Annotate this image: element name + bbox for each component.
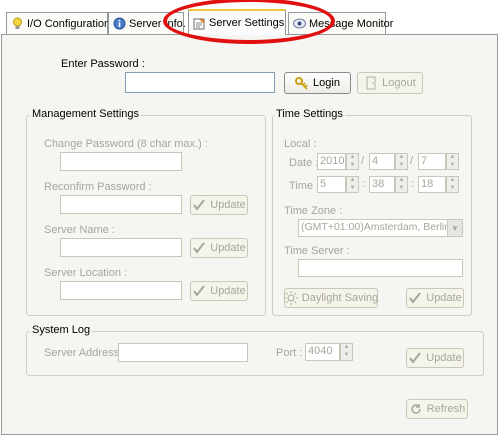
date-month-spinner[interactable]: ▲ ▼ [395, 153, 408, 170]
tab-bar: I/O Configuration Server Info. Server Se… [0, 0, 498, 36]
time-hour-input[interactable]: 5 [317, 176, 346, 193]
time-server-label: Time Server : [284, 245, 350, 257]
date-label: Date : [289, 157, 319, 169]
time-separator: : [362, 178, 366, 190]
timezone-select[interactable]: (GMT+01:00)Amsterdam, Berlin, B ▼ [298, 219, 463, 237]
time-second-input[interactable]: 18 [418, 176, 446, 193]
logout-button[interactable]: Logout [357, 72, 423, 94]
update-syslog-button[interactable]: Update [406, 348, 464, 368]
settings-icon [193, 17, 206, 30]
update-time-button[interactable]: Update [406, 288, 464, 308]
checkmark-icon [192, 284, 206, 298]
port-input[interactable]: 4040 [305, 343, 340, 361]
key-icon [295, 76, 309, 90]
time-minute-spinner[interactable]: ▲ ▼ [395, 176, 408, 193]
sun-icon [283, 291, 298, 305]
refresh-icon [409, 402, 423, 416]
server-location-input[interactable] [60, 281, 182, 300]
checkmark-icon [192, 241, 206, 255]
server-name-input[interactable] [60, 238, 182, 257]
port-label: Port : [276, 347, 303, 359]
update-password-button[interactable]: Update [190, 195, 248, 215]
tab-server-settings[interactable]: Server Settings [188, 9, 286, 35]
date-day-input[interactable]: 7 [418, 153, 446, 170]
checkmark-icon [408, 291, 422, 305]
bulb-icon [11, 17, 24, 30]
date-day-spinner[interactable]: ▲ ▼ [446, 153, 459, 170]
daylight-saving-label: Daylight Saving [301, 292, 379, 304]
tab-server-info[interactable]: Server Info. [108, 12, 186, 34]
logout-icon [364, 76, 378, 90]
tab-label: Server Info. [129, 17, 186, 30]
tab-label: I/O Configuration [27, 17, 111, 30]
update-label: Update [210, 285, 246, 297]
date-year-input[interactable]: 2010 [317, 153, 346, 170]
time-server-input[interactable] [298, 259, 463, 277]
time-hour-spinner[interactable]: ▲ ▼ [346, 176, 359, 193]
date-year-spinner[interactable]: ▲ ▼ [346, 153, 359, 170]
chevron-down-icon: ▼ [447, 220, 462, 236]
reconfirm-password-input[interactable] [60, 195, 182, 214]
update-label: Update [210, 199, 246, 211]
local-label: Local : [284, 138, 317, 150]
management-settings-title: Management Settings [30, 108, 142, 120]
timezone-value: (GMT+01:00)Amsterdam, Berlin, B [301, 221, 463, 233]
server-address-input[interactable] [118, 343, 248, 362]
date-separator: / [410, 155, 414, 167]
tab-label: Server Settings [209, 17, 285, 29]
change-password-input[interactable] [60, 152, 182, 171]
update-label: Update [210, 242, 246, 254]
change-password-label: Change Password (8 char max.) : [44, 138, 208, 150]
tab-label: Message Monitor [309, 17, 394, 30]
tab-io-configuration[interactable]: I/O Configuration [6, 12, 111, 34]
update-label: Update [426, 352, 462, 364]
info-icon [113, 17, 126, 30]
reconfirm-password-label: Reconfirm Password : [44, 181, 152, 193]
enter-password-label: Enter Password : [61, 58, 145, 70]
port-spinner[interactable]: ▲ ▼ [340, 343, 353, 361]
date-month-input[interactable]: 4 [369, 153, 395, 170]
daylight-saving-button[interactable]: Daylight Saving [283, 288, 379, 308]
server-address-label: Server Address : [44, 347, 126, 359]
login-label: Login [313, 77, 340, 89]
system-log-title: System Log [30, 324, 93, 336]
password-input[interactable] [125, 72, 275, 93]
time-minute-input[interactable]: 38 [369, 176, 395, 193]
checkmark-icon [408, 351, 422, 365]
update-label: Update [426, 292, 462, 304]
timezone-label: Time Zone : [284, 205, 343, 217]
monitor-icon [293, 17, 306, 30]
date-separator: / [361, 155, 365, 167]
time-separator: : [411, 178, 415, 190]
time-label: Time : [289, 180, 320, 192]
time-second-spinner[interactable]: ▲ ▼ [446, 176, 459, 193]
logout-label: Logout [382, 77, 416, 89]
refresh-label: Refresh [426, 403, 466, 415]
checkmark-icon [192, 198, 206, 212]
login-button[interactable]: Login [284, 72, 351, 94]
refresh-button[interactable]: Refresh [406, 399, 468, 419]
tab-message-monitor[interactable]: Message Monitor [288, 12, 393, 34]
update-server-name-button[interactable]: Update [190, 238, 248, 258]
server-name-label: Server Name : [44, 224, 115, 236]
time-settings-title: Time Settings [274, 108, 345, 120]
update-server-location-button[interactable]: Update [190, 281, 248, 301]
server-location-label: Server Location : [44, 267, 128, 279]
